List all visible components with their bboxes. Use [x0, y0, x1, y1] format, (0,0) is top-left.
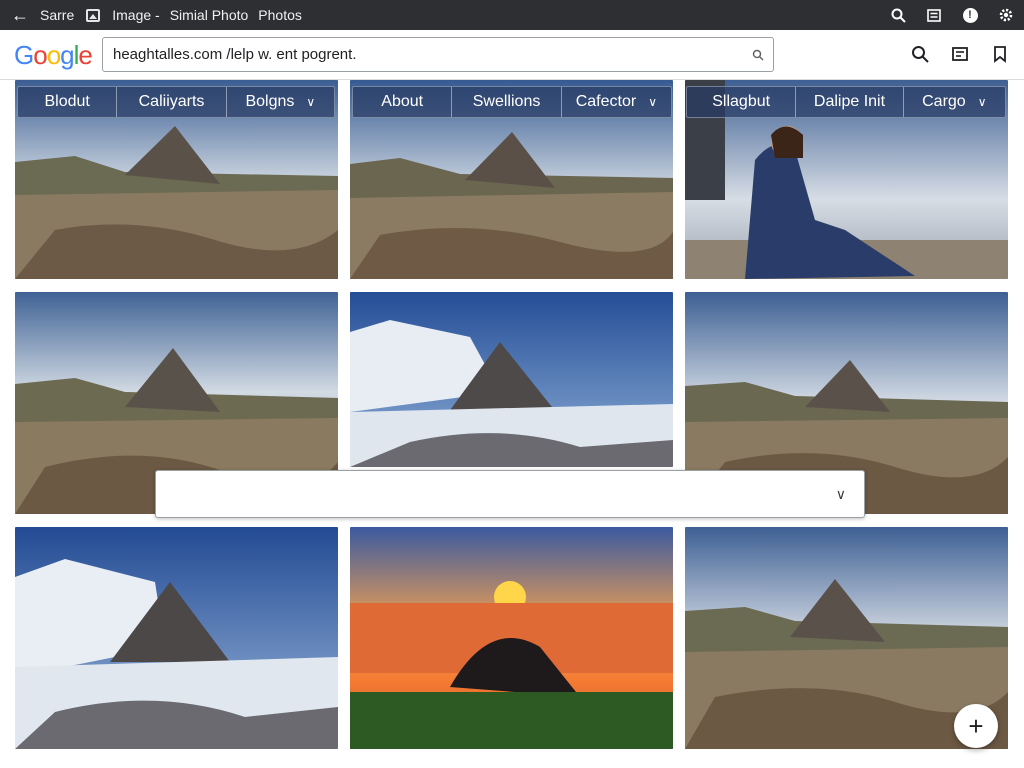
- tab-caliiyarts[interactable]: Caliiyarts: [117, 87, 227, 117]
- chevron-down-icon: ∨: [977, 95, 987, 109]
- chevron-down-icon: ∨: [835, 485, 846, 502]
- tab-cafector-label: Cafector: [575, 93, 637, 110]
- add-button[interactable]: +: [954, 704, 998, 748]
- image-icon: [86, 8, 101, 22]
- tab-dalipe-init[interactable]: Dalipe Init: [796, 87, 904, 117]
- bookmark-icon[interactable]: [980, 38, 1020, 70]
- title-item-photos[interactable]: Photos: [258, 7, 302, 23]
- tab-cafector[interactable]: Cafector ∨: [562, 87, 671, 117]
- tab-cargo[interactable]: Cargo ∨: [904, 87, 1005, 117]
- search-icon[interactable]: [900, 38, 940, 70]
- result-image-snowy-mountain[interactable]: [15, 527, 338, 749]
- title-bar: ← Sarre Image - Simial Photo Photos !: [0, 0, 1024, 30]
- tab-bolgns-label: Bolgns: [245, 93, 295, 110]
- tab-about[interactable]: About: [353, 87, 453, 117]
- tab-cargo-label: Cargo: [922, 93, 966, 110]
- dropdown-select[interactable]: ∨: [155, 470, 865, 518]
- search-icon[interactable]: [880, 0, 916, 30]
- menu-icon[interactable]: [916, 0, 952, 30]
- chevron-down-icon: ∨: [648, 95, 657, 109]
- result-image-sunset[interactable]: [350, 527, 673, 749]
- google-logo[interactable]: Google: [14, 40, 93, 71]
- tab-bolgns[interactable]: Bolgns ∨: [227, 87, 334, 117]
- image-results-grid: Blodut Caliiyarts Bolgns ∨ About Swellion…: [0, 80, 1024, 768]
- search-query-text[interactable]: heaghtalles.com /lelp w. ent pogrent.: [113, 46, 743, 63]
- search-input[interactable]: heaghtalles.com /lelp w. ent pogrent.: [102, 37, 774, 72]
- gear-icon[interactable]: [988, 0, 1024, 30]
- title-item-sarre[interactable]: Sarre: [40, 7, 74, 23]
- filter-tabs-2: About Swellions Cafector ∨: [352, 86, 672, 118]
- chevron-down-icon: ∨: [306, 95, 316, 109]
- filter-tabs-3: Sllagbut Dalipe Init Cargo ∨: [686, 86, 1006, 118]
- tab-sllagbut[interactable]: Sllagbut: [687, 87, 797, 117]
- result-image-snowy-mountain[interactable]: [350, 292, 673, 467]
- search-header: Google heaghtalles.com /lelp w. ent pogr…: [0, 30, 1024, 80]
- tab-swellions[interactable]: Swellions: [452, 87, 562, 117]
- filter-tabs-1: Blodut Caliiyarts Bolgns ∨: [17, 86, 335, 118]
- arrow-left-icon[interactable]: ←: [0, 0, 40, 30]
- tab-blodut[interactable]: Blodut: [18, 87, 118, 117]
- title-item-simial-photo[interactable]: Simial Photo: [170, 7, 249, 23]
- card-icon[interactable]: [940, 38, 980, 70]
- title-item-image[interactable]: Image -: [112, 7, 159, 23]
- search-icon[interactable]: [743, 40, 773, 70]
- info-icon[interactable]: !: [952, 0, 988, 30]
